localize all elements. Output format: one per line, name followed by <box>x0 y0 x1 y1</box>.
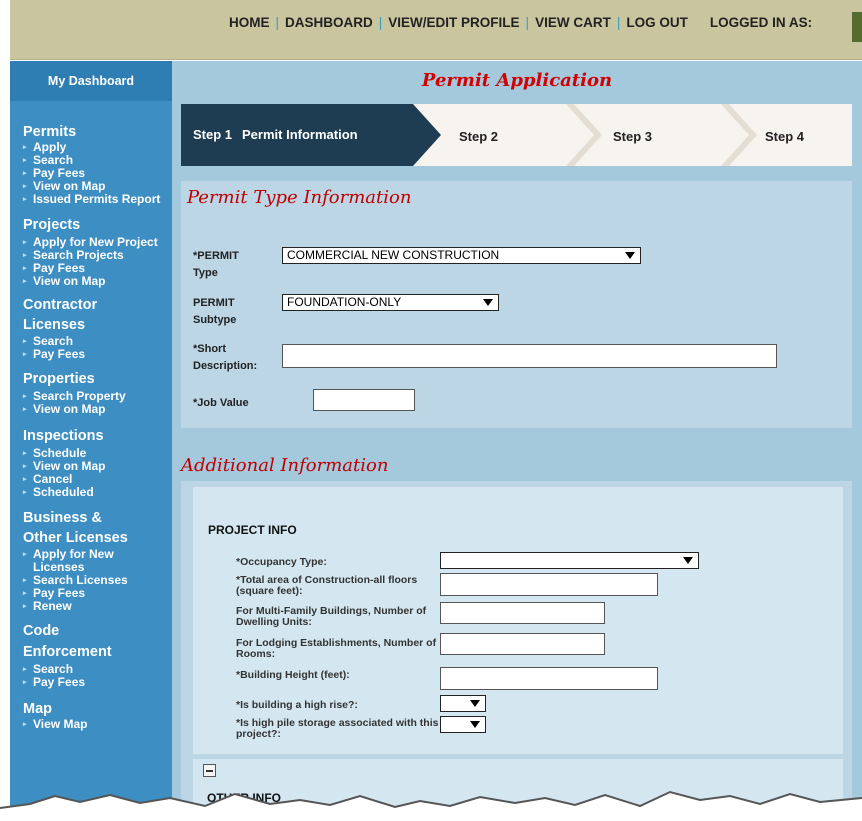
main-content: Permit Application Step 1 Permit Informat… <box>172 61 862 821</box>
sidebar-section-business: Business & Other Licenses Apply for New … <box>10 508 172 613</box>
collapse-other-info-icon[interactable] <box>203 764 216 777</box>
job-value-label: *Job Value <box>193 397 249 409</box>
page-title: Permit Application <box>421 70 613 91</box>
chevron-down-icon <box>470 721 480 728</box>
sidebar-section-properties: Properties Search Property View on Map <box>10 371 172 416</box>
chevron-down-icon <box>625 252 635 259</box>
logged-in-label: LOGGED IN AS: <box>709 15 813 30</box>
lodging-rooms-label: For Lodging Establishments, Number of Ro… <box>236 637 437 660</box>
sidebar-heading-other-licenses: Other Licenses <box>23 530 128 546</box>
project-info-panel: PROJECT INFO *Occupancy Type: *Total are… <box>193 487 843 754</box>
sidebar-section-code: Code Enforcement Search Pay Fees <box>10 621 172 689</box>
sidebar-item-scheduled[interactable]: Scheduled <box>23 486 172 500</box>
sidebar-item-issued-report[interactable]: Issued Permits Report <box>23 193 172 207</box>
sidebar-section-permits: Permits Apply Search Pay Fees View on Ma… <box>10 124 172 206</box>
short-description-label: *Short Description: <box>193 341 257 375</box>
permit-type-selected-value: COMMERCIAL NEW CONSTRUCTION <box>287 248 500 262</box>
permit-type-label-line2: Type <box>193 267 218 279</box>
sidebar-item-pay-fees-contractor[interactable]: Pay Fees <box>23 348 172 362</box>
step-progress-bar: Step 1 Permit Information Step 2 Step 3 S… <box>181 104 852 166</box>
permit-type-label-line1: *PERMIT <box>193 250 239 262</box>
chevron-down-icon <box>483 299 493 306</box>
lodging-rooms-input[interactable] <box>440 633 605 655</box>
sidebar-section-inspections: Inspections Schedule View on Map Cancel … <box>10 428 172 499</box>
sidebar-dashboard-link[interactable]: My Dashboard <box>10 61 172 101</box>
permit-type-select[interactable]: COMMERCIAL NEW CONSTRUCTION <box>282 247 641 264</box>
dwelling-units-label: For Multi-Family Buildings, Number of Dw… <box>236 605 427 628</box>
sidebar-section-contractor: Contractor Licenses Search Pay Fees <box>10 295 172 361</box>
nav-logout-link[interactable]: LOG OUT <box>626 15 688 30</box>
permit-subtype-select[interactable]: FOUNDATION-ONLY <box>282 294 499 311</box>
step-2-label[interactable]: Step 2 <box>459 129 498 144</box>
high-rise-select[interactable] <box>440 695 486 712</box>
total-area-input[interactable] <box>440 573 658 596</box>
occupancy-type-select[interactable] <box>440 552 699 569</box>
step-divider-chevron <box>721 104 757 166</box>
chevron-down-icon <box>470 700 480 707</box>
permit-subtype-label: PERMIT Subtype <box>193 295 236 329</box>
sidebar-heading-map: Map <box>23 701 52 717</box>
short-description-input[interactable] <box>282 344 777 368</box>
building-height-label: *Building Height (feet): <box>236 669 350 681</box>
top-bar: HOME | DASHBOARD | VIEW/EDIT PROFILE | V… <box>10 0 862 60</box>
sidebar-heading-code: Code <box>23 623 60 639</box>
step-1-number: Step 1 <box>193 127 233 142</box>
step-3-label[interactable]: Step 3 <box>613 129 652 144</box>
top-nav: HOME | DASHBOARD | VIEW/EDIT PROFILE | V… <box>229 15 812 30</box>
sidebar-heading-contractor: Contractor <box>23 297 98 313</box>
sidebar-heading-inspections: Inspections <box>23 428 104 444</box>
nav-home-link[interactable]: HOME <box>229 15 270 30</box>
pile-storage-label: *Is high pile storage associated with th… <box>236 717 439 740</box>
pile-storage-select[interactable] <box>440 716 486 733</box>
nav-cart-link[interactable]: VIEW CART <box>535 15 611 30</box>
dwelling-units-input[interactable] <box>440 602 605 624</box>
additional-info-panel: PROJECT INFO *Occupancy Type: *Total are… <box>181 481 852 821</box>
sidebar-section-projects: Projects Apply for New Project Search Pr… <box>10 217 172 288</box>
high-rise-label: *Is building a high rise?: <box>236 699 358 711</box>
short-description-label-line2: Description: <box>193 360 258 372</box>
permit-subtype-label-line1: PERMIT <box>193 297 235 309</box>
sidebar-heading-licenses: Licenses <box>23 317 86 333</box>
permit-subtype-label-line2: Subtype <box>193 314 237 326</box>
torn-edge-decoration <box>0 790 862 821</box>
permit-type-heading: Permit Type Information <box>187 187 412 208</box>
step-1-active: Step 1 Permit Information <box>181 104 441 166</box>
total-area-label: *Total area of Construction-all floors (… <box>236 574 418 597</box>
sidebar: My Dashboard Permits Apply Search Pay Fe… <box>10 61 172 821</box>
sidebar-item-view-map[interactable]: View Map <box>23 718 172 732</box>
sidebar-item-pay-fees-code[interactable]: Pay Fees <box>23 676 172 690</box>
short-description-label-line1: *Short <box>193 343 226 355</box>
additional-info-heading: Additional Information <box>181 455 389 476</box>
topbar-edge <box>852 12 862 42</box>
sidebar-item-map-property[interactable]: View on Map <box>23 403 172 417</box>
project-info-heading: PROJECT INFO <box>208 523 297 537</box>
nav-profile-link[interactable]: VIEW/EDIT PROFILE <box>388 15 519 30</box>
sidebar-heading-business: Business & <box>23 510 102 526</box>
nav-separator: | <box>616 15 621 30</box>
sidebar-heading-enforcement: Enforcement <box>23 644 112 660</box>
sidebar-heading-permits: Permits <box>23 124 77 140</box>
step-divider-chevron <box>566 104 602 166</box>
building-height-input[interactable] <box>440 667 658 690</box>
chevron-down-icon <box>683 557 693 564</box>
permit-type-label: *PERMIT Type <box>193 248 239 282</box>
permit-subtype-selected-value: FOUNDATION-ONLY <box>287 295 402 309</box>
occupancy-type-label: *Occupancy Type: <box>236 556 327 568</box>
sidebar-item-map-project[interactable]: View on Map <box>23 275 172 289</box>
sidebar-heading-projects: Projects <box>23 217 81 233</box>
sidebar-heading-properties: Properties <box>23 371 95 387</box>
job-value-input[interactable] <box>313 389 415 411</box>
step-1-label: Permit Information <box>242 127 358 142</box>
nav-separator: | <box>525 15 530 30</box>
permit-type-panel: Permit Type Information *PERMIT Type COM… <box>181 181 852 428</box>
sidebar-item-renew[interactable]: Renew <box>23 600 172 614</box>
sidebar-item-apply-license[interactable]: Apply for New Licenses <box>23 548 172 574</box>
nav-separator: | <box>275 15 280 30</box>
nav-dashboard-link[interactable]: DASHBOARD <box>285 15 373 30</box>
sidebar-section-map: Map View Map <box>10 701 172 731</box>
step-4-label[interactable]: Step 4 <box>765 129 804 144</box>
nav-separator: | <box>378 15 383 30</box>
